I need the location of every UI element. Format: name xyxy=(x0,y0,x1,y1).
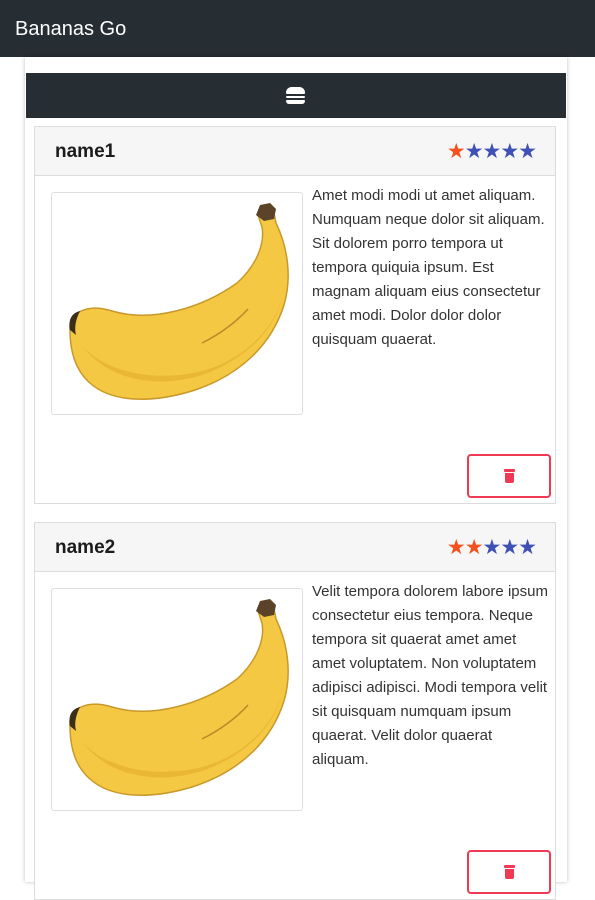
star-icon[interactable]: ★ xyxy=(465,139,484,163)
trash-icon xyxy=(504,469,515,483)
star-icon[interactable]: ★ xyxy=(447,535,466,559)
delete-button[interactable] xyxy=(467,850,551,894)
star-icon[interactable]: ★ xyxy=(447,139,466,163)
star-icon[interactable]: ★ xyxy=(465,535,484,559)
star-rating[interactable]: ★★★★★ xyxy=(447,139,537,163)
app-title[interactable]: Bananas Go xyxy=(15,17,126,41)
banana-image xyxy=(51,588,303,811)
item-name: name1 xyxy=(55,141,116,162)
item-description: Velit tempora dolorem labore ipsum conse… xyxy=(312,583,548,768)
star-icon[interactable]: ★ xyxy=(483,535,502,559)
star-rating[interactable]: ★★★★★ xyxy=(447,535,537,559)
star-icon[interactable]: ★ xyxy=(483,139,502,163)
top-navbar: Bananas Go xyxy=(0,0,595,57)
card-header: name2 ★★★★★ xyxy=(35,523,555,572)
hamburger-icon[interactable] xyxy=(286,87,305,104)
item-description: Amet modi modi ut amet aliquam. Numquam … xyxy=(312,187,545,348)
star-icon[interactable]: ★ xyxy=(500,535,519,559)
card-header: name1 ★★★★★ xyxy=(35,127,555,176)
item-name: name2 xyxy=(55,537,116,558)
star-icon[interactable]: ★ xyxy=(500,139,519,163)
star-icon[interactable]: ★ xyxy=(518,139,537,163)
delete-button[interactable] xyxy=(467,454,551,498)
trash-icon xyxy=(504,865,515,879)
star-icon[interactable]: ★ xyxy=(518,535,537,559)
item-card: name2 ★★★★★ Velit tempora dolorem labore… xyxy=(34,522,556,900)
item-card: name1 ★★★★★ Amet modi modi ut amet aliqu… xyxy=(34,126,556,504)
banana-image xyxy=(51,192,303,415)
